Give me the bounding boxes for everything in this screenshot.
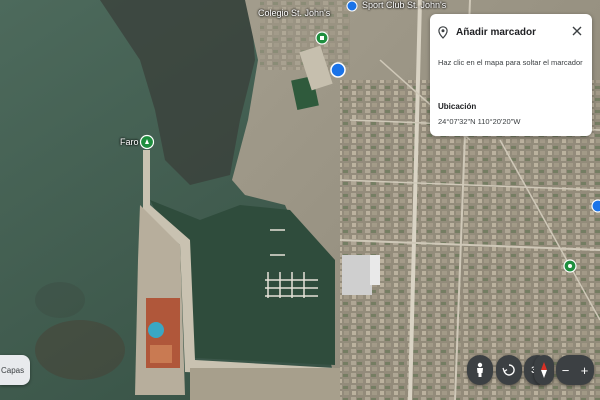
place-pin-east[interactable] [563,259,577,273]
compass-button[interactable] [534,355,554,385]
lighthouse-label: Faro [120,137,139,147]
school-pin[interactable] [315,31,329,45]
rotate-view-button[interactable] [496,355,522,385]
zoom-in-button[interactable]: + [581,364,589,377]
location-pin-icon [438,26,448,39]
selected-location-pin[interactable] [330,62,346,78]
school-label: Colegio St. John's [258,8,331,18]
place-pin-edge[interactable] [591,199,600,213]
pegman-icon [477,362,483,377]
panel-title: Añadir marcador [456,27,537,38]
lighthouse-pin[interactable] [139,134,155,150]
layers-button[interactable]: Capas [0,355,30,385]
panel-header: Añadir marcador [438,26,536,39]
rotate-icon [502,364,515,376]
close-icon[interactable] [570,24,584,38]
street-view-button[interactable] [467,355,493,385]
location-label: Ubicación [438,102,477,111]
compass-icon [541,362,547,378]
add-marker-panel: Añadir marcador Haz clic en el mapa para… [430,14,592,136]
zoom-control: − + [556,355,594,385]
zoom-out-button[interactable]: − [562,364,570,377]
sport-club-label: Sport Club St. John's [362,0,447,10]
panel-hint: Haz clic en el mapa para soltar el marca… [438,58,583,67]
layers-label: Capas [1,365,25,375]
location-coordinates: 24°07'32"N 110°20'20"W [438,117,521,126]
sport-club-pin[interactable] [346,0,358,12]
